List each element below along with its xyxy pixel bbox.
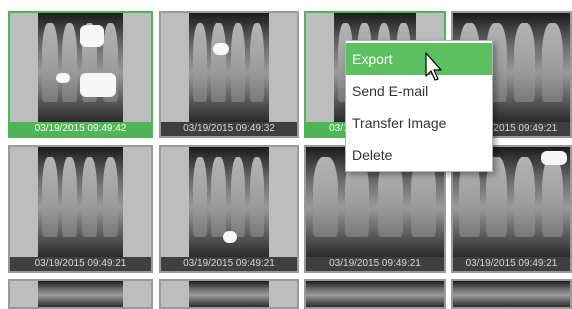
xray-image — [453, 281, 570, 307]
thumbnail-timestamp: 03/19/2015 09:49:21 — [306, 257, 444, 271]
menu-item-send-email[interactable]: Send E-mail — [346, 75, 492, 107]
xray-image — [306, 281, 444, 307]
thumbnail-1[interactable]: 03/19/2015 09:49:42 — [8, 11, 153, 138]
thumbnail-timestamp: 03/19/2015 09:49:21 — [453, 257, 570, 271]
menu-item-export[interactable]: Export — [346, 43, 492, 75]
arrow-pointer-icon — [425, 52, 442, 81]
thumbnail-timestamp: 03/19/2015 09:49:21 — [161, 257, 297, 271]
xray-image — [38, 13, 123, 122]
thumbnail-timestamp: 03/19/2015 09:49:21 — [10, 257, 151, 271]
thumbnail-10[interactable] — [159, 279, 299, 309]
thumbnail-12[interactable] — [451, 279, 572, 309]
thumbnail-5[interactable]: 03/19/2015 09:49:21 — [8, 145, 153, 273]
xray-image — [38, 147, 123, 257]
thumbnail-6[interactable]: 03/19/2015 09:49:21 — [159, 145, 299, 273]
context-menu: Export Send E-mail Transfer Image Delete — [345, 40, 493, 172]
xray-image — [189, 281, 269, 307]
menu-item-delete[interactable]: Delete — [346, 139, 492, 171]
xray-image — [189, 13, 269, 122]
xray-image — [189, 147, 269, 257]
thumbnail-11[interactable] — [304, 279, 446, 309]
thumbnail-9[interactable] — [8, 279, 153, 309]
thumbnail-2[interactable]: 03/19/2015 09:49:32 — [159, 11, 299, 138]
xray-image — [38, 281, 123, 307]
thumbnail-timestamp: 03/19/2015 09:49:32 — [161, 122, 297, 136]
menu-item-transfer-image[interactable]: Transfer Image — [346, 107, 492, 139]
thumbnail-timestamp: 03/19/2015 09:49:42 — [10, 122, 151, 136]
